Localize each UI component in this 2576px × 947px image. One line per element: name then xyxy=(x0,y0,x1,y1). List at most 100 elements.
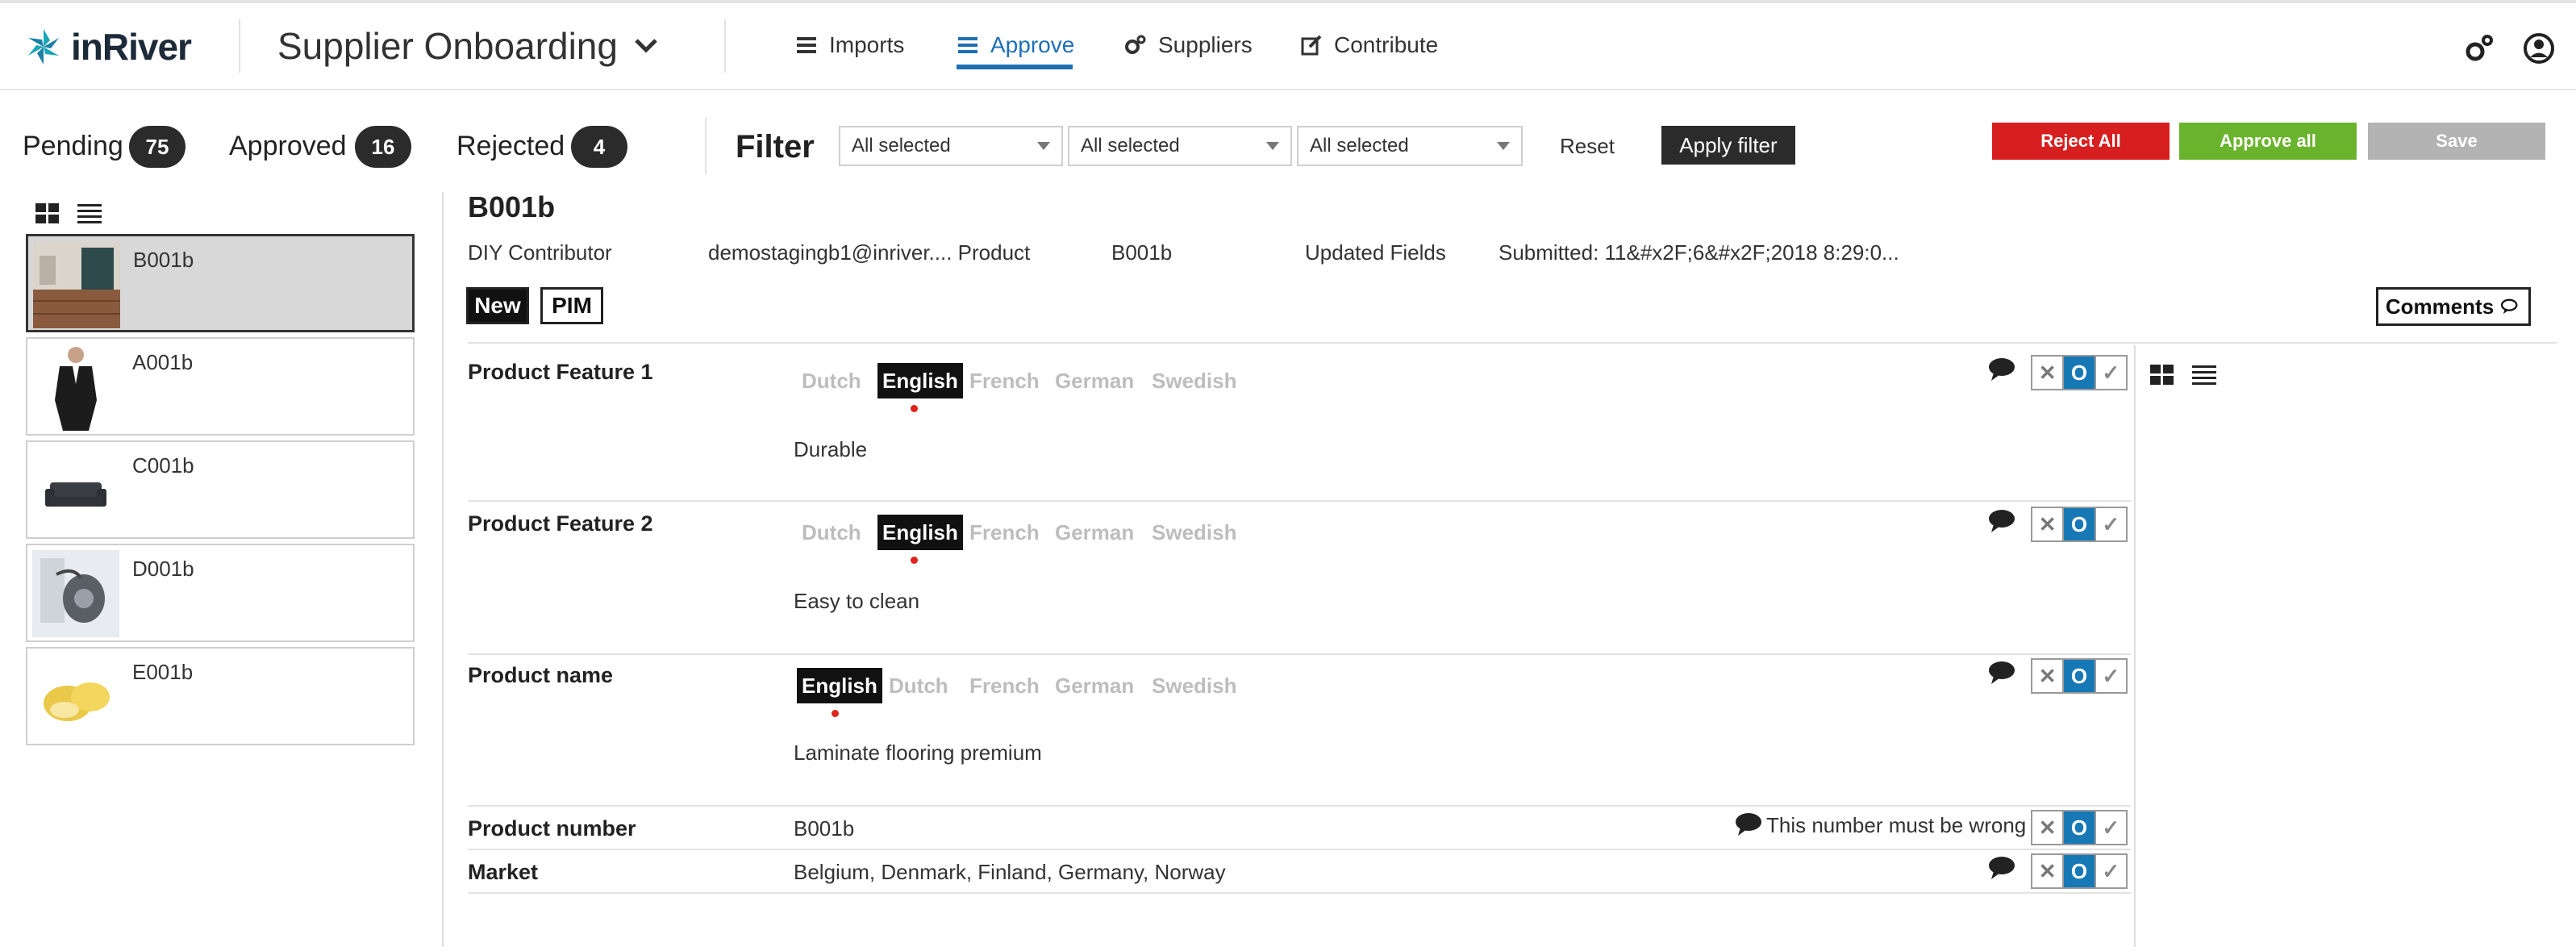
lang-tab-french[interactable]: French xyxy=(969,363,1040,398)
product-card-a001b[interactable]: A001b xyxy=(26,337,415,436)
nav-imports-label: Imports xyxy=(829,32,905,57)
approve-option[interactable]: ✓ xyxy=(2094,508,2126,540)
settings-button[interactable] xyxy=(2463,32,2495,69)
lang-tab-german[interactable]: German xyxy=(1055,515,1134,550)
filter-select-2-value: All selected xyxy=(1081,135,1180,156)
field-value: Belgium, Denmark, Finland, Germany, Norw… xyxy=(794,860,1226,884)
reject-option[interactable]: ✕ xyxy=(2032,357,2065,389)
field-grid-view-button[interactable] xyxy=(2149,363,2176,391)
header-divider xyxy=(724,19,726,73)
lang-tab-swedish[interactable]: Swedish xyxy=(1152,515,1236,550)
filter-select-3[interactable]: All selected xyxy=(1297,126,1523,166)
neutral-option[interactable]: O xyxy=(2064,811,2095,844)
reject-option[interactable]: ✕ xyxy=(2032,660,2065,692)
contributor-email: demostagingb1@inriver.... Product xyxy=(708,240,1031,265)
field-comment-button[interactable] xyxy=(1987,357,2016,386)
product-card-d001b[interactable]: D001b xyxy=(26,544,415,642)
speech-bubble-icon xyxy=(1989,358,2015,381)
nav-contribute-label: Contribute xyxy=(1334,32,1439,57)
list-panel-divider xyxy=(442,192,444,947)
field-comment-button[interactable] xyxy=(1734,811,1763,841)
field-comment-button[interactable] xyxy=(1987,660,2016,690)
lang-tab-english[interactable]: English xyxy=(797,668,882,703)
list-view-icon xyxy=(2192,365,2216,385)
field-comment-button[interactable] xyxy=(1987,855,2016,885)
comments-icon xyxy=(2501,298,2518,315)
entity-title: B001b xyxy=(468,190,556,223)
lang-tab-french[interactable]: French xyxy=(969,515,1040,550)
nav-approve[interactable]: Approve xyxy=(957,21,1074,69)
lang-tab-english[interactable]: English xyxy=(877,363,963,398)
lang-tab-german[interactable]: German xyxy=(1055,668,1134,703)
field-label-market: Market xyxy=(468,860,539,884)
lang-tab-dutch[interactable]: Dutch xyxy=(802,363,861,398)
reject-option[interactable]: ✕ xyxy=(2032,811,2065,844)
app-logo[interactable]: inRiver xyxy=(23,23,192,71)
speech-bubble-icon xyxy=(1989,661,2015,684)
field-value: Easy to clean xyxy=(794,589,920,613)
filter-label: Filter xyxy=(736,129,815,165)
field-comment-button[interactable] xyxy=(1987,508,2016,538)
reject-all-button[interactable]: Reject All xyxy=(1992,123,2170,160)
apply-filter-button[interactable]: Apply filter xyxy=(1661,126,1795,165)
lang-tab-french[interactable]: French xyxy=(969,668,1040,703)
product-card-b001b[interactable]: B001b xyxy=(26,234,415,332)
side-panel-divider xyxy=(2134,345,2136,947)
comments-button[interactable]: Comments xyxy=(2376,287,2531,326)
approve-option[interactable]: ✓ xyxy=(2094,660,2126,692)
lang-tab-dutch[interactable]: Dutch xyxy=(802,515,861,550)
save-button[interactable]: Save xyxy=(2368,123,2545,160)
app-switcher[interactable]: Supplier Onboarding xyxy=(277,24,658,68)
nav-contribute[interactable]: Contribute xyxy=(1300,21,1438,69)
lang-tab-dutch[interactable]: Dutch xyxy=(889,668,948,703)
filter-select-2[interactable]: All selected xyxy=(1068,126,1292,166)
field-divider xyxy=(468,849,2131,850)
approval-toggle[interactable]: ✕ O ✓ xyxy=(2031,658,2128,694)
nav-imports[interactable]: Imports xyxy=(795,21,904,69)
neutral-option[interactable]: O xyxy=(2064,660,2095,692)
dropdown-caret-icon xyxy=(1266,142,1279,150)
approve-option[interactable]: ✓ xyxy=(2094,357,2126,389)
lang-tab-english[interactable]: English xyxy=(877,515,963,550)
settings-cogs-icon xyxy=(2466,35,2493,61)
approve-option[interactable]: ✓ xyxy=(2094,811,2126,844)
list-view-button[interactable] xyxy=(76,202,103,230)
inriver-logo-icon xyxy=(28,29,59,65)
field-comment-text: This number must be wrong xyxy=(1766,813,2027,837)
lang-tab-swedish[interactable]: Swedish xyxy=(1152,363,1236,398)
reject-option[interactable]: ✕ xyxy=(2032,855,2065,887)
approve-all-button[interactable]: Approve all xyxy=(2179,123,2357,160)
lang-tab-swedish[interactable]: Swedish xyxy=(1152,668,1236,703)
reject-option[interactable]: ✕ xyxy=(2032,508,2065,540)
reset-filter-link[interactable]: Reset xyxy=(1560,134,1615,159)
approval-toggle[interactable]: ✕ O ✓ xyxy=(2031,810,2128,845)
lang-tab-german[interactable]: German xyxy=(1055,363,1134,398)
neutral-option[interactable]: O xyxy=(2064,855,2095,887)
approval-toggle[interactable]: ✕ O ✓ xyxy=(2031,507,2128,542)
neutral-option[interactable]: O xyxy=(2064,357,2095,389)
approve-icon xyxy=(958,37,977,53)
product-card-id: B001b xyxy=(133,248,194,272)
product-card-c001b[interactable]: C001b xyxy=(26,440,415,539)
pending-label[interactable]: Pending xyxy=(23,131,123,162)
grid-view-button[interactable] xyxy=(34,202,61,230)
field-label-product-feature-2: Product Feature 2 xyxy=(468,511,653,536)
app-title: Supplier Onboarding xyxy=(277,25,618,67)
neutral-option[interactable]: O xyxy=(2064,508,2095,540)
product-thumbnail-sofa xyxy=(32,447,119,534)
filter-select-1-value: All selected xyxy=(852,135,951,156)
speech-bubble-icon xyxy=(1989,510,2015,532)
approved-label[interactable]: Approved xyxy=(229,131,347,162)
list-icon xyxy=(797,37,816,53)
approval-toggle[interactable]: ✕ O ✓ xyxy=(2031,355,2128,390)
filter-select-1[interactable]: All selected xyxy=(839,126,1063,166)
nav-suppliers[interactable]: Suppliers xyxy=(1124,21,1253,69)
approval-toggle[interactable]: ✕ O ✓ xyxy=(2031,853,2128,889)
user-account-button[interactable] xyxy=(2523,32,2555,69)
approved-count-badge: 16 xyxy=(355,126,411,168)
approve-option[interactable]: ✓ xyxy=(2094,855,2126,887)
field-list-view-button[interactable] xyxy=(2190,363,2218,391)
product-card-e001b[interactable]: E001b xyxy=(26,647,415,745)
field-value: B001b xyxy=(794,816,855,841)
rejected-label[interactable]: Rejected xyxy=(456,131,565,162)
